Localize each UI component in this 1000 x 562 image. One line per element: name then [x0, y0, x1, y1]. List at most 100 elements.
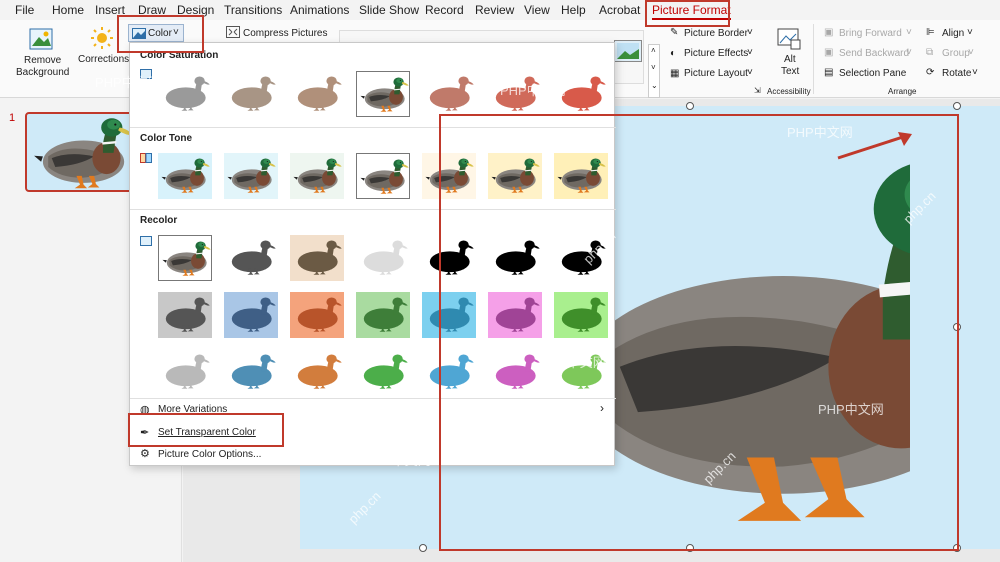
- picture-layout-icon[interactable]: ▦: [670, 68, 679, 79]
- color-button-label: Color: [148, 28, 172, 39]
- align-icon[interactable]: ⊫: [926, 27, 935, 38]
- picture-border-icon[interactable]: ✎: [670, 27, 678, 38]
- recolor-option[interactable]: [356, 292, 410, 338]
- align-chevron-icon[interactable]: ˅: [967, 27, 973, 38]
- corrections-icon[interactable]: [90, 26, 114, 50]
- recolor-option[interactable]: [157, 234, 213, 282]
- recolor-option[interactable]: [158, 349, 212, 395]
- picture-layout-chevron-icon[interactable]: ˅: [747, 67, 753, 78]
- picture-border-chevron-icon[interactable]: ˅: [747, 27, 753, 38]
- watermark: PHP中文网: [95, 75, 161, 90]
- remove-background-icon[interactable]: [29, 28, 53, 50]
- color-button[interactable]: Color ˅: [128, 24, 184, 42]
- recolor-option[interactable]: [224, 292, 278, 338]
- menu-insert[interactable]: Insert: [95, 3, 125, 17]
- tone-option[interactable]: [224, 153, 278, 199]
- watermark: PHP中文网: [540, 355, 606, 370]
- recolor-option[interactable]: [224, 235, 278, 281]
- alt-text-label-1[interactable]: Alt: [784, 54, 796, 65]
- resize-handle-top[interactable]: [686, 102, 694, 110]
- menu-home[interactable]: Home: [52, 3, 84, 17]
- picture-styles-launcher-icon[interactable]: ⇲: [754, 86, 761, 95]
- tone-option[interactable]: [554, 153, 608, 199]
- compress-pictures-label[interactable]: Compress Pictures: [243, 28, 327, 39]
- group-chevron-icon: ˅: [968, 47, 974, 58]
- gallery-more-icon[interactable]: ⌄: [651, 81, 658, 90]
- send-backward-label: Send Backward: [839, 48, 910, 59]
- resize-handle-bottom[interactable]: [686, 544, 694, 552]
- selection-pane-label[interactable]: Selection Pane: [839, 68, 906, 79]
- recolor-option[interactable]: [488, 349, 542, 395]
- alt-text-label-2[interactable]: Text: [781, 66, 799, 77]
- picture-layout-label[interactable]: Picture Layout: [684, 68, 748, 79]
- tone-option[interactable]: [422, 153, 476, 199]
- selection-pane-icon[interactable]: ▤: [824, 67, 833, 78]
- menu-draw[interactable]: Draw: [138, 3, 166, 17]
- slide-number: 1: [9, 112, 16, 124]
- bring-forward-label: Bring Forward: [839, 28, 902, 39]
- resize-handle-bottom-right[interactable]: [953, 544, 961, 552]
- recolor-option[interactable]: [356, 349, 410, 395]
- corrections-label[interactable]: Corrections: [78, 54, 129, 65]
- picture-effects-icon[interactable]: ◐: [670, 48, 676, 59]
- recolor-option[interactable]: [290, 292, 344, 338]
- rotate-icon[interactable]: ⟳: [926, 67, 934, 78]
- color-chevron-icon: ˅: [173, 27, 179, 38]
- menu-design[interactable]: Design: [177, 3, 214, 17]
- rotate-chevron-icon[interactable]: ˅: [972, 67, 978, 78]
- menu-help[interactable]: Help: [561, 3, 586, 17]
- recolor-option[interactable]: [488, 235, 542, 281]
- picture-border-label[interactable]: Picture Border: [684, 28, 748, 39]
- compress-pictures-icon[interactable]: [226, 26, 240, 38]
- saturation-option[interactable]: [158, 71, 212, 117]
- menu-review[interactable]: Review: [475, 3, 514, 17]
- menu-picture-format[interactable]: Picture Format: [652, 3, 731, 20]
- recolor-option[interactable]: [422, 235, 476, 281]
- picture-color-options-item[interactable]: Picture Color Options...: [158, 449, 261, 460]
- accessibility-group-label: Accessibility: [767, 87, 811, 96]
- menu-animations[interactable]: Animations: [290, 3, 349, 17]
- recolor-option[interactable]: [422, 349, 476, 395]
- recolor-option[interactable]: [422, 292, 476, 338]
- align-label[interactable]: Align: [942, 28, 964, 39]
- alt-text-icon[interactable]: [777, 28, 801, 50]
- picture-effects-chevron-icon[interactable]: ˅: [747, 47, 753, 58]
- menu-slide-show[interactable]: Slide Show: [359, 3, 419, 17]
- picture-color-options-icon: ⚙: [140, 448, 150, 460]
- gallery-down-icon[interactable]: ˅: [651, 63, 656, 72]
- saturation-option[interactable]: [290, 71, 344, 117]
- recolor-option[interactable]: [554, 292, 608, 338]
- menu-acrobat[interactable]: Acrobat: [599, 3, 640, 17]
- slide-thumbnail[interactable]: [25, 112, 135, 192]
- watermark: PHP中文网: [500, 83, 566, 98]
- resize-handle-bottom-left[interactable]: [419, 544, 427, 552]
- gallery-up-icon[interactable]: ˄: [651, 46, 656, 55]
- gallery-scroll[interactable]: ˄ ˅ ⌄: [648, 44, 660, 98]
- recolor-option[interactable]: [158, 292, 212, 338]
- more-variations-item[interactable]: More Variations: [158, 404, 227, 415]
- picture-style-thumbnail[interactable]: [614, 40, 642, 62]
- tone-option[interactable]: [488, 153, 542, 199]
- tone-option[interactable]: [158, 153, 212, 199]
- resize-handle-right[interactable]: [953, 323, 961, 331]
- recolor-option[interactable]: [356, 235, 410, 281]
- recolor-option[interactable]: [290, 235, 344, 281]
- menu-transitions[interactable]: Transitions: [224, 3, 282, 17]
- tone-option[interactable]: [290, 153, 344, 199]
- tone-option[interactable]: [355, 152, 411, 200]
- menu-file[interactable]: File: [15, 3, 34, 17]
- menu-record[interactable]: Record: [425, 3, 464, 17]
- set-transparent-color-item[interactable]: Set Transparent Color: [158, 427, 256, 438]
- saturation-option[interactable]: [224, 71, 278, 117]
- recolor-option[interactable]: [488, 292, 542, 338]
- rotate-label[interactable]: Rotate: [942, 68, 971, 79]
- set-transparent-icon: ✒: [140, 427, 150, 439]
- saturation-option[interactable]: [355, 70, 411, 118]
- send-backward-icon: ▣: [824, 47, 834, 58]
- recolor-option[interactable]: [290, 349, 344, 395]
- picture-effects-label[interactable]: Picture Effects: [684, 48, 748, 59]
- recolor-option[interactable]: [224, 349, 278, 395]
- menu-view[interactable]: View: [524, 3, 550, 17]
- resize-handle-top-right[interactable]: [953, 102, 961, 110]
- saturation-option[interactable]: [422, 71, 476, 117]
